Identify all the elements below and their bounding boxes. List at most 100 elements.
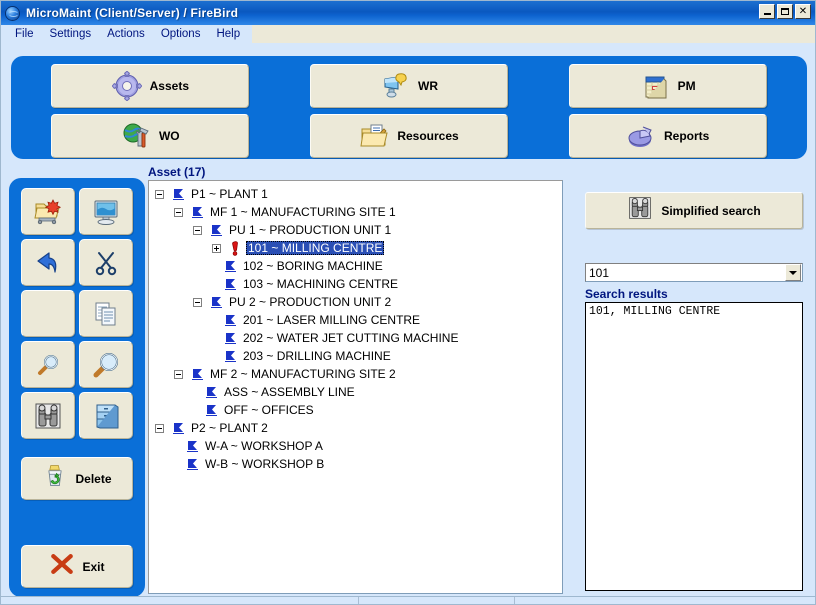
pie-chart-icon (626, 121, 656, 151)
menu-item-file[interactable]: File (7, 27, 42, 41)
asset-flag-icon (205, 386, 218, 399)
tree-item[interactable]: PU 1 ~ PRODUCTION UNIT 1 (149, 221, 562, 239)
module-toolbar-row-1: Assets WR PM (21, 64, 797, 109)
binoculars-icon (627, 195, 653, 226)
menu-item-help[interactable]: Help (208, 27, 248, 41)
asset-tree[interactable]: P1 ~ PLANT 1 MF 1 ~ MANUFACTURING SITE 1 P… (148, 180, 563, 594)
advanced-search-button[interactable] (21, 392, 75, 439)
scissors-icon (91, 248, 121, 278)
tree-item[interactable]: OFF ~ OFFICES (149, 401, 562, 419)
tree-item-label: W-B ~ WORKSHOP B (205, 457, 325, 471)
tree-item[interactable]: 101 ~ MILLING CENTRE (149, 239, 562, 257)
asset-flag-icon (191, 368, 204, 381)
menu-item-options[interactable]: Options (153, 27, 209, 41)
new-record-button[interactable] (21, 188, 75, 235)
search-results-label: Search results (585, 287, 668, 301)
tree-item[interactable]: 201 ~ LASER MILLING CENTRE (149, 311, 562, 329)
chevron-down-icon[interactable] (785, 264, 801, 281)
asset-flag-icon (186, 458, 199, 471)
menu-item-actions[interactable]: Actions (99, 27, 153, 41)
asset-flag-icon (205, 404, 218, 417)
asset-flag-icon (210, 224, 223, 237)
tree-item-label: 203 ~ DRILLING MACHINE (243, 349, 391, 363)
pm-button[interactable]: PM (568, 64, 767, 108)
tree-item[interactable]: W-A ~ WORKSHOP A (149, 437, 562, 455)
collapse-icon[interactable] (174, 207, 183, 217)
module-toolbar-row-2: WO Resources Reports (21, 114, 797, 159)
blank-button[interactable] (21, 290, 75, 337)
archive-button[interactable] (79, 392, 133, 439)
resources-button[interactable]: Resources (310, 114, 508, 158)
status-bar (1, 596, 815, 604)
tree-item-label: 102 ~ BORING MACHINE (243, 259, 383, 273)
assets-button[interactable]: Assets (51, 64, 250, 108)
folder-document-icon (359, 121, 389, 151)
copy-button[interactable] (79, 290, 133, 337)
collapse-icon[interactable] (155, 189, 164, 199)
tree-item-label: MF 2 ~ MANUFACTURING SITE 2 (210, 367, 396, 381)
status-cell-3 (515, 597, 815, 604)
work-request-icon (380, 71, 410, 101)
gear-icon (111, 71, 142, 101)
exit-button-label: Exit (82, 559, 105, 574)
wr-button[interactable]: WR (310, 64, 508, 108)
delete-button[interactable]: Delete (21, 457, 133, 500)
resources-button-label: Resources (397, 129, 459, 143)
asset-flag-icon (186, 440, 199, 453)
tree-item[interactable]: 203 ~ DRILLING MACHINE (149, 347, 562, 365)
wo-button-label: WO (158, 129, 180, 143)
tree-item-label: MF 1 ~ MANUFACTURING SITE 1 (210, 205, 396, 219)
search-results-list[interactable]: 101, MILLING CENTRE (585, 302, 803, 591)
module-toolbar-panel: Assets WR PM WO Resources Reports (11, 56, 807, 159)
copy-pages-icon (91, 299, 121, 329)
minimize-button[interactable] (759, 4, 775, 19)
collapse-icon[interactable] (174, 369, 183, 379)
simplified-search-button[interactable]: Simplified search (585, 192, 803, 229)
tree-item[interactable]: 202 ~ WATER JET CUTTING MACHINE (149, 329, 562, 347)
tree-item[interactable]: MF 1 ~ MANUFACTURING SITE 1 (149, 203, 562, 221)
tree-item[interactable]: 102 ~ BORING MACHINE (149, 257, 562, 275)
asset-flag-icon (172, 188, 185, 201)
tree-item[interactable]: MF 2 ~ MANUFACTURING SITE 2 (149, 365, 562, 383)
tree-item[interactable]: P2 ~ PLANT 2 (149, 419, 562, 437)
tree-item-label: OFF ~ OFFICES (224, 403, 314, 417)
asset-flag-icon (172, 422, 185, 435)
wo-button[interactable]: WO (51, 114, 250, 158)
tree-item[interactable]: 103 ~ MACHINING CENTRE (149, 275, 562, 293)
collapse-icon[interactable] (155, 423, 164, 433)
cut-button[interactable] (79, 239, 133, 286)
exit-button[interactable]: Exit (21, 545, 133, 588)
close-button[interactable]: ✕ (795, 4, 811, 19)
reports-button[interactable]: Reports (568, 114, 767, 158)
red-exclamation-icon (229, 241, 242, 256)
tree-item-label: P2 ~ PLANT 2 (191, 421, 268, 435)
globe-tools-icon (121, 121, 151, 151)
sidebar-icon-grid (9, 188, 145, 439)
tree-item[interactable]: ASS ~ ASSEMBLY LINE (149, 383, 562, 401)
find-button[interactable] (21, 341, 75, 388)
find-next-button[interactable] (79, 341, 133, 388)
window-controls: ✕ (759, 4, 811, 19)
menu-item-settings[interactable]: Settings (42, 27, 100, 41)
asset-flag-icon (224, 278, 237, 291)
undo-button[interactable] (21, 239, 75, 286)
binoculars-icon (33, 401, 63, 431)
menu-bar: File Settings Actions Options Help (1, 25, 815, 43)
tree-item-label: W-A ~ WORKSHOP A (205, 439, 323, 453)
search-combo[interactable]: 101 (585, 263, 803, 282)
collapse-icon[interactable] (193, 297, 202, 307)
list-item[interactable]: 101, MILLING CENTRE (589, 305, 799, 319)
search-combo-value: 101 (589, 265, 610, 280)
expand-icon[interactable] (212, 243, 221, 253)
asset-flag-icon (224, 332, 237, 345)
tree-item-label: P1 ~ PLANT 1 (191, 187, 268, 201)
screen-button[interactable] (79, 188, 133, 235)
tree-item[interactable]: P1 ~ PLANT 1 (149, 185, 562, 203)
collapse-icon[interactable] (193, 225, 202, 235)
tree-item[interactable]: W-B ~ WORKSHOP B (149, 455, 562, 473)
window-title: MicroMaint (Client/Server) / FireBird (26, 6, 239, 20)
maximize-button[interactable] (777, 4, 793, 19)
file-cabinet-icon (91, 401, 121, 431)
action-sidebar-panel: Delete Exit (9, 178, 145, 597)
tree-item[interactable]: PU 2 ~ PRODUCTION UNIT 2 (149, 293, 562, 311)
